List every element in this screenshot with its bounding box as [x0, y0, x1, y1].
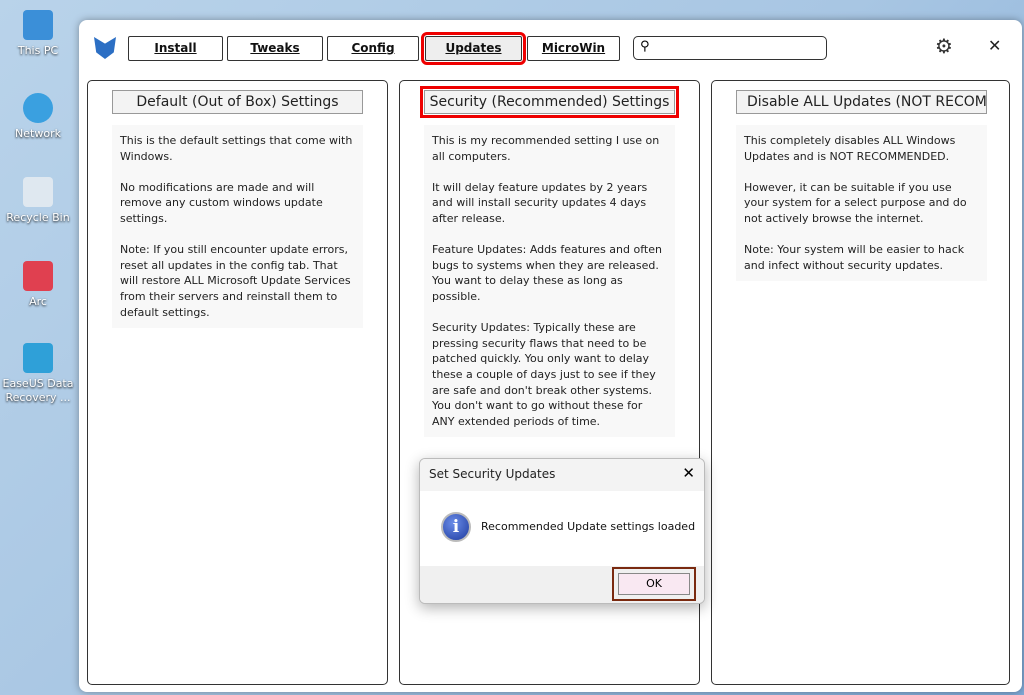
default-settings-button[interactable]: Default (Out of Box) Settings	[112, 90, 363, 114]
desktop-icon-label: EaseUS Data Recovery ...	[2, 377, 74, 404]
app-logo-icon	[94, 37, 116, 59]
desktop-icon-easeus[interactable]: EaseUS Data Recovery ...	[2, 343, 74, 405]
dialog-close-icon[interactable]: ✕	[682, 464, 695, 482]
arc-icon	[23, 261, 53, 291]
tab-config[interactable]: Config	[327, 36, 419, 61]
panel-description: This is my recommended setting I use on …	[424, 125, 675, 438]
panel-description: This completely disables ALL Windows Upd…	[736, 125, 987, 282]
desktop-icon-arc[interactable]: Arc	[2, 261, 74, 309]
desktop-icon-label: Recycle Bin	[6, 211, 70, 224]
ok-button[interactable]: OK	[612, 567, 696, 601]
info-icon: i	[441, 512, 471, 542]
panel-description: This is the default settings that come w…	[112, 125, 363, 329]
panel-default: Default (Out of Box) Settings This is th…	[87, 80, 388, 685]
tab-updates[interactable]: Updates	[421, 32, 526, 65]
search-icon: ⚲	[640, 39, 650, 54]
disable-updates-button[interactable]: Disable ALL Updates (NOT RECOMMENDED!)	[736, 90, 987, 114]
panel-disable: Disable ALL Updates (NOT RECOMMENDED!) T…	[711, 80, 1010, 685]
network-icon	[23, 93, 53, 123]
desktop-icon-label: Network	[15, 127, 61, 140]
tab-microwin[interactable]: MicroWin	[527, 36, 620, 61]
gear-icon[interactable]: ⚙	[935, 34, 953, 58]
message-dialog: Set Security Updates ✕ i Recommended Upd…	[419, 458, 705, 604]
easeus-icon	[23, 343, 53, 373]
dialog-message: Recommended Update settings loaded	[481, 520, 696, 533]
recycle-bin-icon	[23, 177, 53, 207]
desktop-icon-recycle-bin[interactable]: Recycle Bin	[2, 177, 74, 225]
tab-install[interactable]: Install	[128, 36, 223, 61]
tab-tweaks[interactable]: Tweaks	[227, 36, 323, 61]
desktop-icon-label: Arc	[29, 295, 47, 308]
desktop-icon-this-pc[interactable]: This PC	[2, 10, 74, 58]
desktop-icon-label: This PC	[17, 44, 59, 57]
search-input[interactable]: ⚲	[633, 36, 827, 60]
dialog-title: Set Security Updates	[420, 459, 704, 491]
desktop-icon-network[interactable]: Network	[2, 93, 74, 141]
security-settings-button[interactable]: Security (Recommended) Settings	[420, 86, 679, 118]
computer-icon	[23, 10, 53, 40]
close-icon[interactable]: ✕	[988, 36, 1001, 55]
